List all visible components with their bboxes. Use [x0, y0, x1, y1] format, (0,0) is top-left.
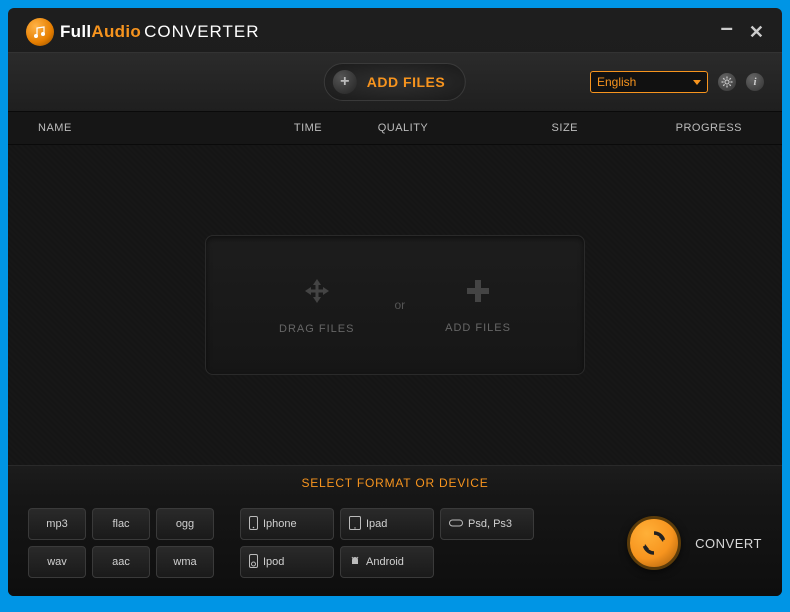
- settings-button[interactable]: [718, 73, 736, 91]
- file-list-area: DRAG FILES or ADD FILES: [8, 145, 782, 465]
- titlebar: FullAudioCONVERTER – ✕: [8, 8, 782, 52]
- plus-large-icon: [464, 277, 492, 310]
- phone-icon: [249, 516, 258, 533]
- app-title: FullAudioCONVERTER: [60, 22, 260, 42]
- convert-button[interactable]: [627, 516, 681, 570]
- brand-audio: Audio: [91, 22, 141, 41]
- format-wav[interactable]: wav: [28, 546, 86, 578]
- columns-header: NAME TIME QUALITY SIZE PROGRESS: [8, 112, 782, 145]
- format-ogg[interactable]: ogg: [156, 508, 214, 540]
- bottom-bar: mp3 flac ogg wav aac wma Iphone Ipad Psd…: [8, 498, 782, 596]
- window-controls: – ✕: [721, 21, 764, 43]
- device-iphone[interactable]: Iphone: [240, 508, 334, 540]
- device-psd-ps3[interactable]: Psd, Ps3: [440, 508, 534, 540]
- device-label: Psd, Ps3: [468, 518, 512, 530]
- device-label: Ipod: [263, 556, 284, 568]
- column-time: TIME: [268, 122, 348, 134]
- language-selected-label: English: [597, 75, 636, 89]
- column-quality: QUALITY: [348, 122, 458, 134]
- app-logo: FullAudioCONVERTER: [26, 18, 260, 46]
- device-android[interactable]: Android: [340, 546, 434, 578]
- drag-files-target[interactable]: DRAG FILES: [279, 276, 354, 335]
- convert-label: CONVERT: [695, 536, 762, 551]
- device-label: Android: [366, 556, 404, 568]
- column-progress: PROGRESS: [578, 122, 752, 134]
- format-mp3[interactable]: mp3: [28, 508, 86, 540]
- device-label: Ipad: [366, 518, 387, 530]
- column-size: SIZE: [458, 122, 578, 134]
- ipod-icon: [249, 554, 258, 571]
- logo-icon: [26, 18, 54, 46]
- device-grid: Iphone Ipad Psd, Ps3 Ipod Android: [240, 508, 534, 578]
- device-label: Iphone: [263, 518, 297, 530]
- device-empty-slot: [440, 546, 534, 578]
- format-aac[interactable]: aac: [92, 546, 150, 578]
- app-window: FullAudioCONVERTER – ✕ + ADD FILES Engli…: [8, 8, 782, 596]
- brand-converter: CONVERTER: [144, 22, 259, 41]
- toolbar-right: English i: [590, 71, 764, 93]
- add-files-button[interactable]: + ADD FILES: [324, 63, 466, 101]
- minimize-button[interactable]: –: [721, 17, 733, 39]
- plus-icon: +: [333, 70, 357, 94]
- chevron-down-icon: [693, 80, 701, 85]
- convert-area: CONVERT: [627, 516, 762, 570]
- dropzone-or-label: or: [394, 298, 405, 312]
- info-icon: i: [753, 76, 756, 88]
- column-name: NAME: [38, 122, 268, 134]
- format-wma[interactable]: wma: [156, 546, 214, 578]
- drag-files-label: DRAG FILES: [279, 323, 354, 335]
- device-ipod[interactable]: Ipod: [240, 546, 334, 578]
- drag-icon: [302, 276, 332, 311]
- toolbar: + ADD FILES English i: [8, 52, 782, 112]
- add-files-target[interactable]: ADD FILES: [445, 277, 511, 334]
- gear-icon: [721, 76, 733, 88]
- language-select[interactable]: English: [590, 71, 708, 93]
- format-section-label: SELECT FORMAT OR DEVICE: [8, 465, 782, 498]
- add-files-dz-label: ADD FILES: [445, 322, 511, 334]
- device-ipad[interactable]: Ipad: [340, 508, 434, 540]
- info-button[interactable]: i: [746, 73, 764, 91]
- convert-icon: [639, 528, 669, 558]
- close-button[interactable]: ✕: [749, 23, 764, 41]
- format-grid: mp3 flac ogg wav aac wma: [28, 508, 214, 578]
- android-icon: [349, 555, 361, 570]
- add-files-label: ADD FILES: [367, 74, 445, 90]
- tablet-icon: [349, 516, 361, 533]
- dropzone[interactable]: DRAG FILES or ADD FILES: [205, 235, 585, 375]
- console-icon: [449, 517, 463, 531]
- format-flac[interactable]: flac: [92, 508, 150, 540]
- brand-full: Full: [60, 22, 91, 41]
